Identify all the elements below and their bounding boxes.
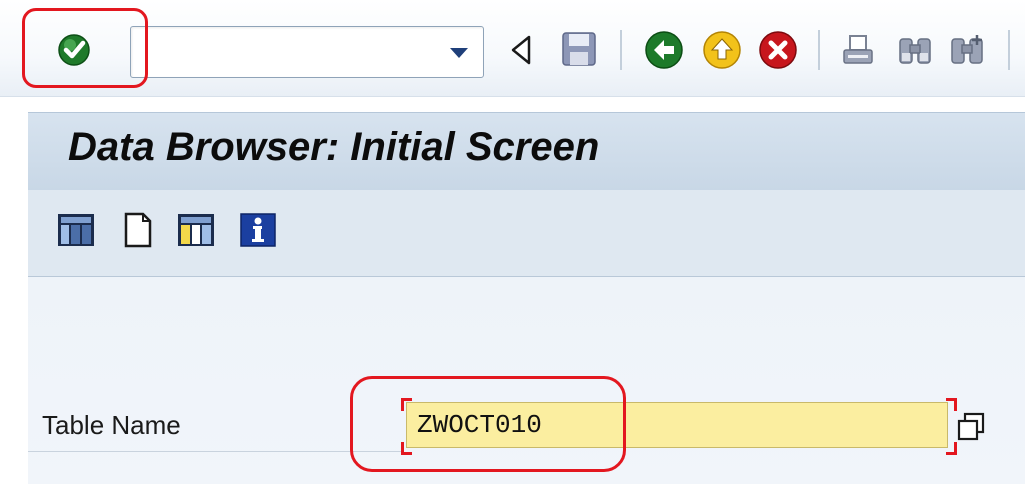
- required-bracket-bottom-left: [401, 442, 412, 455]
- table-contents-icon: [58, 214, 94, 246]
- title-bar: Data Browser: Initial Screen: [28, 112, 1025, 191]
- system-toolbar: [0, 0, 1025, 97]
- table-fields-icon: [178, 214, 214, 246]
- navigate-back-button[interactable]: [506, 32, 536, 68]
- green-back-arrow-icon: [645, 31, 683, 69]
- application-toolbar: [28, 190, 1025, 277]
- floppy-disk-icon: [562, 32, 596, 66]
- label-underline: [28, 451, 403, 452]
- info-icon: [240, 213, 276, 247]
- find-button[interactable]: [894, 30, 936, 70]
- red-x-icon: [759, 31, 797, 69]
- toolbar-separator: [818, 30, 820, 70]
- value-help-icon: [957, 412, 985, 441]
- find-next-button[interactable]: [946, 30, 990, 70]
- binoculars-icon: [899, 38, 931, 64]
- command-input[interactable]: [135, 31, 439, 75]
- new-entries-button[interactable]: [116, 208, 160, 252]
- toolbar-separator: [620, 30, 622, 70]
- required-bracket-top-left: [401, 398, 412, 411]
- table-contents-button[interactable]: [54, 208, 98, 252]
- new-entries-icon: [124, 212, 152, 248]
- table-name-label: Table Name: [42, 410, 181, 440]
- enter-button[interactable]: [52, 30, 96, 70]
- toolbar-separator: [1008, 30, 1010, 70]
- print-button[interactable]: [838, 30, 878, 70]
- value-help-button[interactable]: [954, 410, 988, 444]
- back-button[interactable]: [642, 28, 686, 72]
- yellow-up-arrow-icon: [703, 31, 741, 69]
- table-name-input[interactable]: [406, 402, 948, 448]
- page-title: Data Browser: Initial Screen: [68, 125, 600, 169]
- cancel-button[interactable]: [756, 28, 800, 72]
- table-fields-button[interactable]: [174, 208, 218, 252]
- exit-button[interactable]: [700, 28, 744, 72]
- triangle-down-icon[interactable]: [449, 47, 469, 59]
- green-check-icon: [58, 34, 90, 66]
- content-area: [28, 277, 1025, 484]
- info-button[interactable]: [236, 208, 280, 252]
- save-button[interactable]: [558, 28, 600, 70]
- triangle-left-icon: [511, 35, 531, 65]
- printer-icon: [843, 35, 873, 64]
- binoculars-plus-icon: [951, 35, 983, 64]
- command-field[interactable]: [130, 26, 484, 78]
